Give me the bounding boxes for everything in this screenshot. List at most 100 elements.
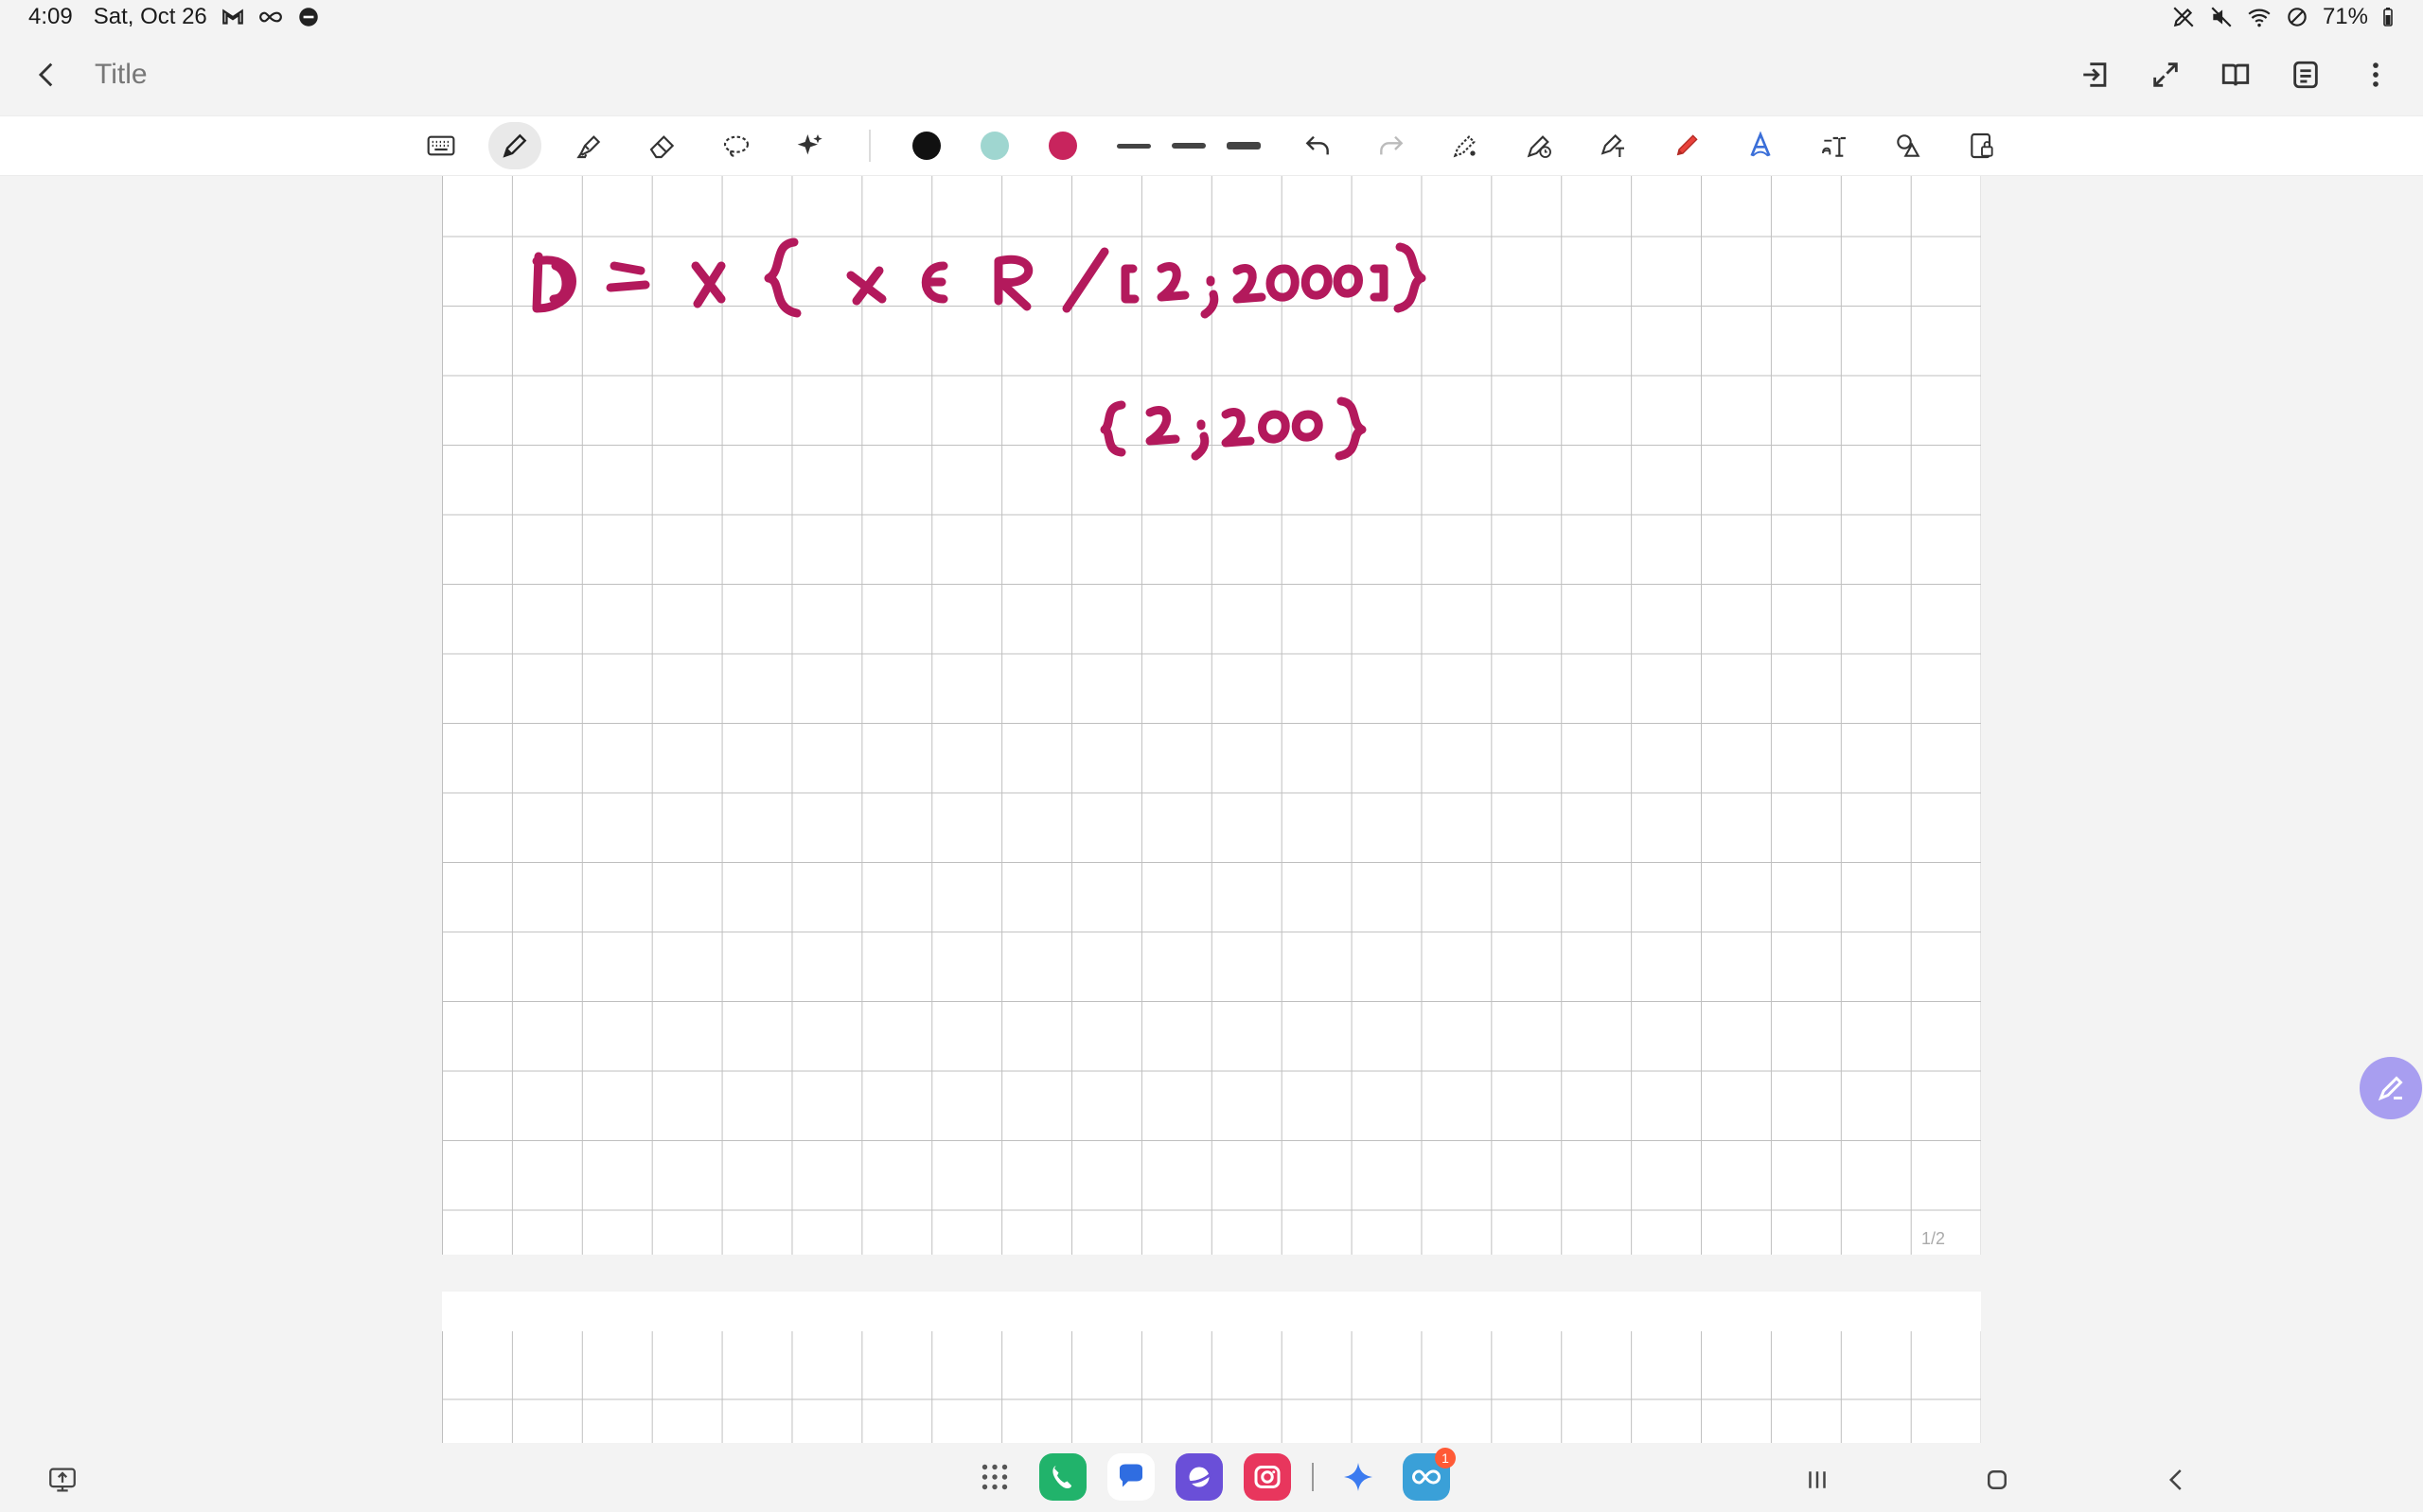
taskbar-apps: 1 [971, 1448, 1456, 1501]
text-box-button[interactable] [1808, 122, 1861, 169]
page-2-header [442, 1292, 1981, 1331]
app-drawer-button[interactable] [971, 1453, 1018, 1501]
import-icon [2083, 62, 2107, 87]
pen-settings-button[interactable] [1439, 122, 1492, 169]
stroke-thick[interactable] [1217, 122, 1270, 169]
lasso-icon [723, 135, 750, 157]
page-lock-icon [1971, 132, 1993, 159]
keyboard-icon [427, 135, 455, 156]
status-right: 71% [2171, 4, 2395, 30]
text-cursor-icon [1822, 136, 1846, 157]
recents-icon [1809, 1471, 1826, 1488]
infinity-icon [258, 5, 283, 29]
notification-badge: 1 [1435, 1448, 1456, 1468]
title-left: Title [28, 56, 148, 94]
color-crimson[interactable] [1039, 122, 1087, 169]
planet-icon [1185, 1467, 1213, 1487]
pen-timer-button[interactable] [1512, 122, 1565, 169]
ai-assist-tool[interactable] [784, 122, 837, 169]
chevron-left-icon [38, 62, 53, 87]
undo-button[interactable] [1291, 122, 1344, 169]
title-actions [2077, 56, 2395, 94]
messages-app[interactable] [1107, 1453, 1155, 1501]
pen-text-icon [1601, 133, 1624, 157]
screen-button[interactable] [44, 1461, 81, 1499]
book-view-button[interactable] [2217, 56, 2255, 94]
pen-tool[interactable] [488, 122, 541, 169]
battery-icon [2381, 5, 2395, 29]
keyboard-tool[interactable] [415, 122, 468, 169]
status-left: 4:09 Sat, Oct 26 [28, 4, 321, 30]
stroke-thin-line [1117, 143, 1151, 149]
red-highlighter-icon [1676, 134, 1698, 156]
no-signal-icon [2285, 5, 2309, 29]
recent-app[interactable]: 1 [1403, 1448, 1456, 1501]
gmail-icon [221, 5, 245, 29]
undo-icon [1305, 135, 1329, 155]
pen-dotted-icon [1453, 135, 1476, 158]
status-bar: 4:09 Sat, Oct 26 71% [0, 0, 2423, 34]
redo-icon [1380, 135, 1404, 155]
phone-app[interactable] [1039, 1453, 1087, 1501]
do-not-disturb-icon [296, 5, 321, 29]
navigation-keys [1798, 1461, 2196, 1499]
redo-button[interactable] [1365, 122, 1418, 169]
handwritten-ink [532, 237, 1426, 461]
color-black[interactable] [903, 122, 950, 169]
title-bar: Title [0, 38, 2423, 112]
status-date: Sat, Oct 26 [93, 4, 207, 29]
more-vertical-icon [2373, 62, 2379, 87]
expand-icon [2153, 62, 2178, 87]
camera-app[interactable] [1244, 1453, 1291, 1501]
internet-app[interactable] [1176, 1453, 1223, 1501]
color-teal-dot [981, 132, 1009, 160]
floating-pen-button[interactable] [2360, 1057, 2422, 1119]
phone-icon [1052, 1466, 1071, 1488]
pen-text-button[interactable] [1586, 122, 1639, 169]
camera-icon [1254, 1466, 1281, 1488]
color-crimson-dot [1049, 132, 1077, 160]
drawing-toolbar [0, 115, 2423, 176]
note-page-2[interactable] [442, 1292, 1981, 1443]
back-button[interactable] [28, 56, 66, 94]
nav-back-button[interactable] [2158, 1461, 2196, 1499]
stroke-thin[interactable] [1107, 122, 1160, 169]
gemini-app[interactable] [1335, 1453, 1382, 1501]
color-black-dot [912, 132, 941, 160]
home-button[interactable] [1978, 1461, 2016, 1499]
fullscreen-button[interactable] [2147, 56, 2184, 94]
highlighter-tool[interactable] [562, 122, 615, 169]
stroke-medium[interactable] [1162, 122, 1215, 169]
document-list-icon [2293, 61, 2318, 89]
note-title[interactable]: Title [95, 59, 148, 91]
handwriting-to-text-button[interactable] [1734, 122, 1787, 169]
lock-page-button[interactable] [1955, 122, 2008, 169]
eraser-icon [649, 135, 675, 159]
red-highlighter-button[interactable] [1660, 122, 1713, 169]
tool-group-main [415, 122, 2008, 169]
wifi-icon [2247, 5, 2272, 29]
more-options-button[interactable] [2357, 56, 2395, 94]
page-number: 1/2 [1920, 1229, 1945, 1248]
highlighter-icon [576, 135, 601, 159]
toolbar-divider [869, 130, 871, 162]
pen-icon [503, 133, 527, 158]
status-time: 4:09 [28, 4, 73, 29]
open-book-icon [2221, 63, 2250, 86]
eraser-tool[interactable] [636, 122, 689, 169]
shapes-button[interactable] [1882, 122, 1935, 169]
lasso-tool[interactable] [710, 122, 763, 169]
home-icon [1988, 1470, 2007, 1489]
taskbar-divider [1312, 1463, 1314, 1491]
back-chevron-icon [2168, 1469, 2182, 1490]
pen-sparkle-icon [2378, 1076, 2403, 1101]
color-teal[interactable] [971, 122, 1018, 169]
font-a-icon [1750, 131, 1771, 157]
apps-grid-icon [982, 1464, 1008, 1490]
note-page-1[interactable]: 1/2 [442, 176, 1981, 1255]
page-list-button[interactable] [2287, 56, 2325, 94]
mute-icon [2209, 5, 2234, 29]
chat-bubble-icon [1120, 1464, 1142, 1487]
import-button[interactable] [2077, 56, 2114, 94]
recents-button[interactable] [1798, 1461, 1836, 1499]
